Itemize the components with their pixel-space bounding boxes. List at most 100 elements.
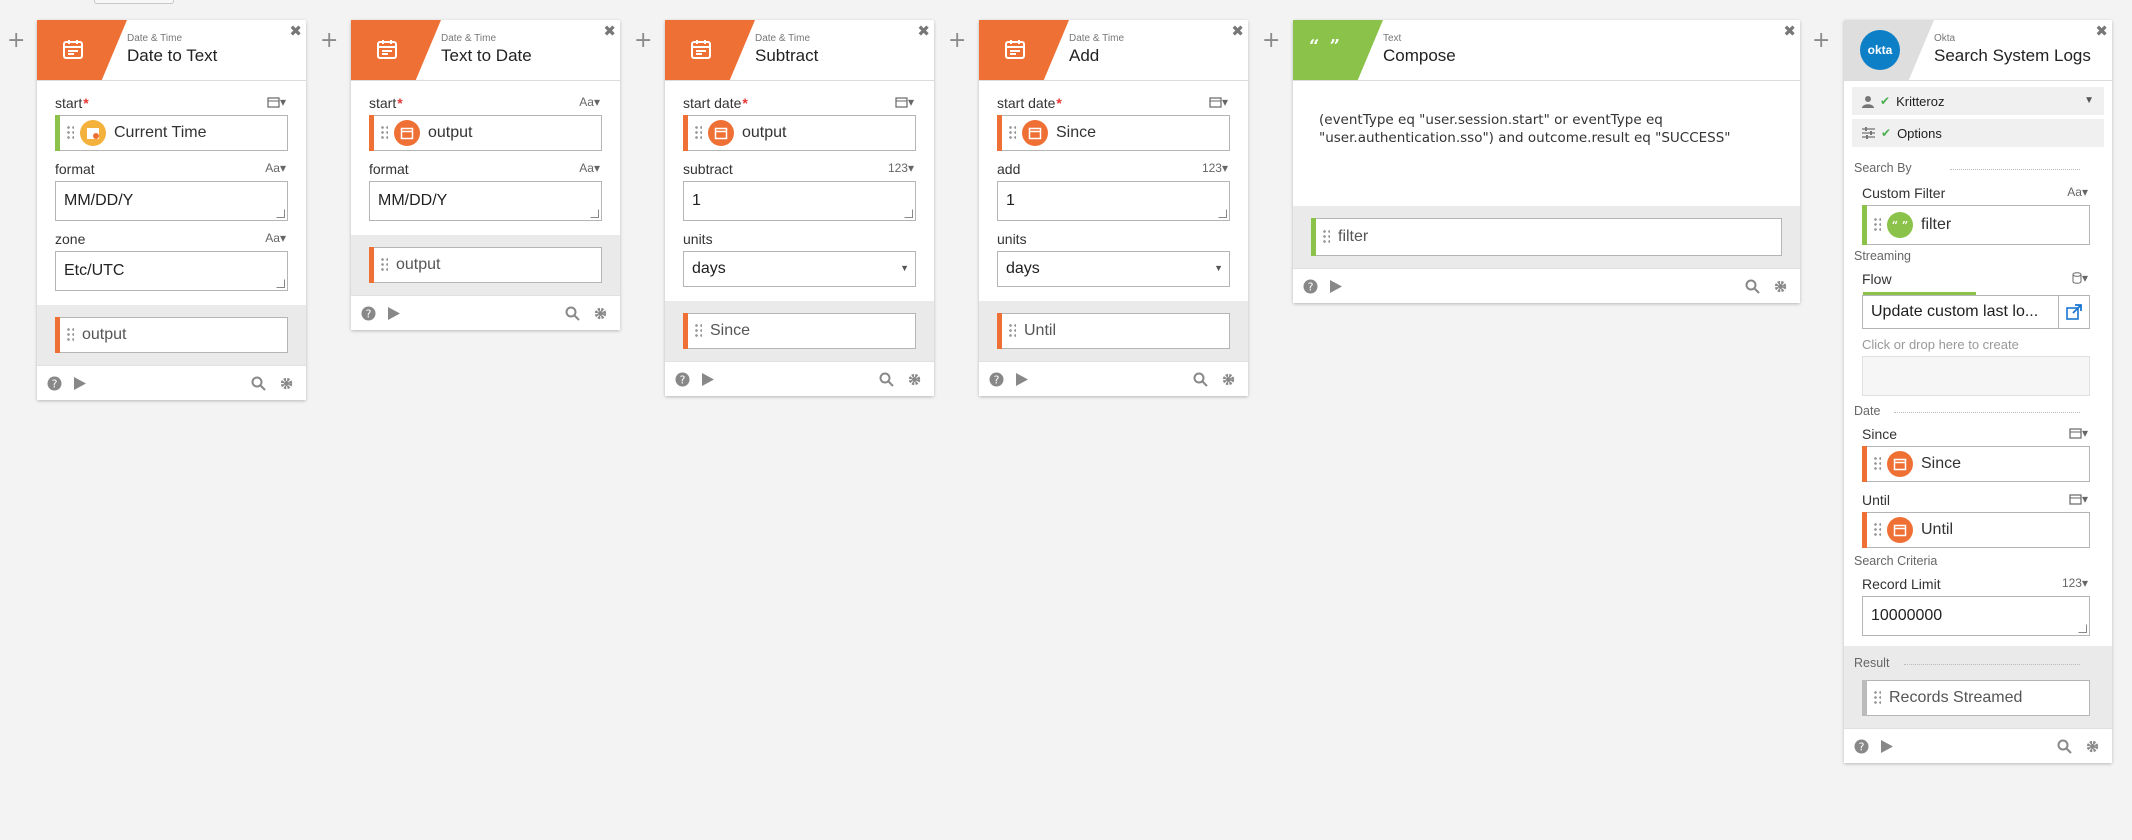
units-select[interactable]: days ▼ bbox=[683, 251, 916, 287]
zone-input[interactable]: Etc/UTC bbox=[55, 251, 288, 291]
record-limit-input[interactable]: 10000000 bbox=[1862, 596, 2090, 636]
add-card-button[interactable]: + bbox=[320, 30, 338, 52]
top-tab[interactable] bbox=[94, 0, 174, 4]
options-toggle[interactable]: ✔ Options bbox=[1852, 119, 2104, 147]
help-icon[interactable]: ? bbox=[989, 372, 1004, 387]
type-selector[interactable]: 123▾ bbox=[1202, 161, 1228, 175]
help-icon[interactable]: ? bbox=[361, 306, 376, 321]
type-selector[interactable]: Aa▾ bbox=[579, 161, 600, 175]
resize-handle-icon[interactable] bbox=[1218, 209, 1227, 218]
add-card-button[interactable]: + bbox=[7, 30, 25, 52]
drag-handle-icon[interactable] bbox=[1873, 690, 1881, 706]
play-icon[interactable] bbox=[73, 376, 87, 391]
type-selector[interactable]: Aa▾ bbox=[265, 161, 286, 175]
drag-handle-icon[interactable] bbox=[1873, 522, 1881, 538]
type-selector[interactable]: ▾ bbox=[2069, 426, 2088, 440]
gear-icon[interactable] bbox=[1221, 372, 1236, 387]
play-icon[interactable] bbox=[1015, 372, 1029, 387]
card-header[interactable]: Date & Time Date to Text ✖ bbox=[37, 20, 306, 81]
add-input[interactable]: 1 bbox=[997, 181, 1230, 221]
help-icon[interactable]: ? bbox=[47, 376, 62, 391]
add-card-button[interactable]: + bbox=[1262, 30, 1280, 52]
card-header[interactable]: Date & Time Add ✖ bbox=[979, 20, 1248, 81]
drag-handle-icon[interactable] bbox=[1873, 217, 1881, 233]
close-icon[interactable]: ✖ bbox=[1231, 22, 1244, 40]
type-selector[interactable]: ▾ bbox=[267, 95, 286, 109]
connection-selector[interactable]: ✔ Kritteroz ▼ bbox=[1852, 87, 2104, 115]
flow-selector[interactable]: Update custom last lo... bbox=[1862, 292, 2090, 329]
output-pill[interactable]: output bbox=[369, 247, 602, 283]
card-header[interactable]: Date & Time Subtract ✖ bbox=[665, 20, 934, 81]
since-pill[interactable]: Since bbox=[1862, 446, 2090, 482]
gear-icon[interactable] bbox=[593, 306, 608, 321]
close-icon[interactable]: ✖ bbox=[2095, 22, 2108, 40]
input-pill[interactable]: Since bbox=[997, 115, 1230, 151]
help-icon[interactable]: ? bbox=[1854, 739, 1869, 754]
gear-icon[interactable] bbox=[2085, 739, 2100, 754]
play-icon[interactable] bbox=[1880, 739, 1894, 754]
drop-zone[interactable] bbox=[1862, 356, 2090, 396]
play-icon[interactable] bbox=[1329, 279, 1343, 294]
output-pill[interactable]: output bbox=[55, 317, 288, 353]
input-pill[interactable]: output bbox=[369, 115, 602, 151]
drag-handle-icon[interactable] bbox=[380, 257, 388, 273]
drag-handle-icon[interactable] bbox=[66, 327, 74, 343]
type-selector[interactable]: ▾ bbox=[2072, 271, 2088, 285]
drag-handle-icon[interactable] bbox=[66, 125, 74, 141]
output-pill[interactable]: Records Streamed bbox=[1862, 680, 2090, 716]
search-icon[interactable] bbox=[565, 306, 580, 321]
type-selector[interactable]: ▾ bbox=[1209, 95, 1228, 109]
type-selector[interactable]: Aa▾ bbox=[265, 231, 286, 245]
drag-handle-icon[interactable] bbox=[1008, 323, 1016, 339]
play-icon[interactable] bbox=[387, 306, 401, 321]
search-icon[interactable] bbox=[1745, 279, 1760, 294]
resize-handle-icon[interactable] bbox=[276, 209, 285, 218]
type-selector[interactable]: ▾ bbox=[895, 95, 914, 109]
add-card-button[interactable]: + bbox=[1812, 30, 1830, 52]
output-pill[interactable]: filter bbox=[1311, 218, 1782, 256]
custom-filter-pill[interactable]: “ ” filter bbox=[1862, 205, 2090, 245]
external-link-icon[interactable] bbox=[2058, 296, 2089, 328]
drag-handle-icon[interactable] bbox=[694, 125, 702, 141]
close-icon[interactable]: ✖ bbox=[289, 22, 302, 40]
gear-icon[interactable] bbox=[1773, 279, 1788, 294]
input-pill[interactable]: output bbox=[683, 115, 916, 151]
input-pill[interactable]: Current Time bbox=[55, 115, 288, 151]
play-icon[interactable] bbox=[701, 372, 715, 387]
gear-icon[interactable] bbox=[907, 372, 922, 387]
format-input[interactable]: MM/DD/Y bbox=[369, 181, 602, 221]
search-icon[interactable] bbox=[1193, 372, 1208, 387]
drag-handle-icon[interactable] bbox=[1322, 229, 1330, 245]
resize-handle-icon[interactable] bbox=[276, 279, 285, 288]
search-icon[interactable] bbox=[251, 376, 266, 391]
output-pill[interactable]: Since bbox=[683, 313, 916, 349]
drag-handle-icon[interactable] bbox=[380, 125, 388, 141]
search-icon[interactable] bbox=[2057, 739, 2072, 754]
type-selector[interactable]: Aa▾ bbox=[2067, 185, 2088, 199]
type-selector[interactable]: ▾ bbox=[2069, 492, 2088, 506]
close-icon[interactable]: ✖ bbox=[1783, 22, 1796, 40]
help-icon[interactable]: ? bbox=[675, 372, 690, 387]
drag-handle-icon[interactable] bbox=[1873, 456, 1881, 472]
card-header[interactable]: Date & Time Text to Date ✖ bbox=[351, 20, 620, 81]
subtract-input[interactable]: 1 bbox=[683, 181, 916, 221]
until-pill[interactable]: Until bbox=[1862, 512, 2090, 548]
drag-handle-icon[interactable] bbox=[1008, 125, 1016, 141]
add-card-button[interactable]: + bbox=[634, 30, 652, 52]
compose-text-editor[interactable]: (eventType eq "user.session.start" or ev… bbox=[1293, 81, 1800, 206]
type-selector[interactable]: 123▾ bbox=[2062, 576, 2088, 590]
help-icon[interactable]: ? bbox=[1303, 279, 1318, 294]
gear-icon[interactable] bbox=[279, 376, 294, 391]
units-select[interactable]: days ▼ bbox=[997, 251, 1230, 287]
resize-handle-icon[interactable] bbox=[2078, 624, 2087, 633]
type-selector[interactable]: Aa▾ bbox=[579, 95, 600, 109]
output-pill[interactable]: Until bbox=[997, 313, 1230, 349]
resize-handle-icon[interactable] bbox=[904, 209, 913, 218]
close-icon[interactable]: ✖ bbox=[603, 22, 616, 40]
type-selector[interactable]: 123▾ bbox=[888, 161, 914, 175]
close-icon[interactable]: ✖ bbox=[917, 22, 930, 40]
card-header[interactable]: “ ” Text Compose ✖ bbox=[1293, 20, 1800, 81]
format-input[interactable]: MM/DD/Y bbox=[55, 181, 288, 221]
add-card-button[interactable]: + bbox=[948, 30, 966, 52]
resize-handle-icon[interactable] bbox=[590, 209, 599, 218]
